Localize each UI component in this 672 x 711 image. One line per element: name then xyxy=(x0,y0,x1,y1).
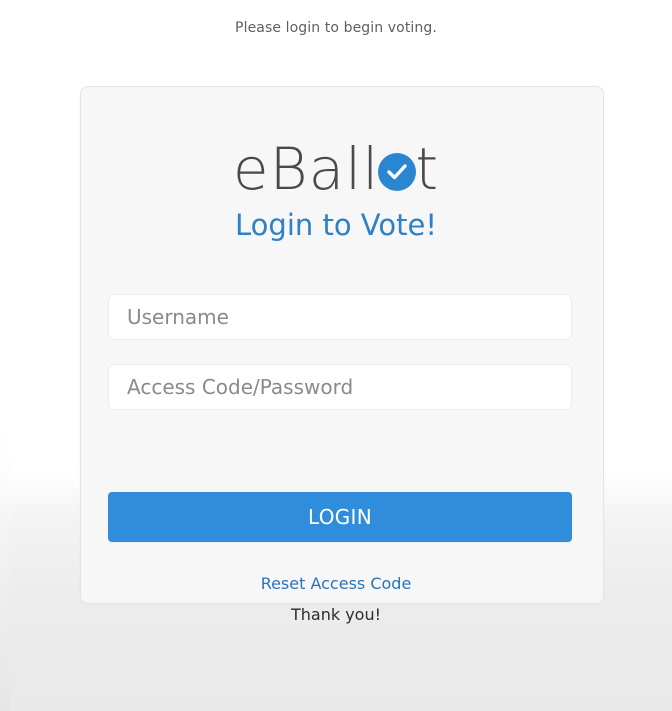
username-field[interactable] xyxy=(108,294,572,340)
login-button[interactable]: LOGIN xyxy=(108,492,572,542)
thank-you-text: Thank you! xyxy=(290,605,382,624)
checkmark-circle-icon xyxy=(378,153,417,191)
edge-shadow xyxy=(0,430,10,711)
eballot-logo: eBall t xyxy=(0,140,672,198)
logo-text-end: t xyxy=(415,135,440,203)
reset-access-code-link[interactable]: Reset Access Code xyxy=(261,574,412,593)
password-field[interactable] xyxy=(108,364,572,410)
username-input[interactable] xyxy=(109,295,571,339)
reset-access-code: Reset Access Code xyxy=(0,574,672,593)
logo-text-start: eBall xyxy=(232,135,380,203)
password-input[interactable] xyxy=(109,365,571,409)
login-subtitle: Login to Vote! xyxy=(235,208,437,242)
intro-text: Please login to begin voting. xyxy=(235,20,437,36)
